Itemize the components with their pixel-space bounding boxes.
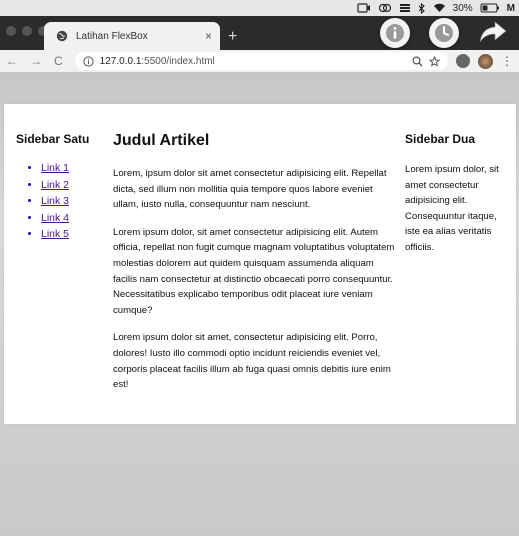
minimize-window-button[interactable]	[22, 26, 32, 36]
sidebar-satu: Sidebar Satu Link 1 Link 2 Link 3 Link 4…	[16, 132, 106, 243]
link-5[interactable]: Link 5	[41, 228, 69, 240]
sidebar-dua-text: Lorem ipsum dolor, sit amet consectetur …	[405, 164, 499, 253]
share-arrow-icon	[479, 21, 507, 43]
address-bar[interactable]: 127.0.0.1:5500/index.html	[74, 52, 448, 70]
article-paragraph: Lorem ipsum dolor sit amet, consectetur …	[113, 332, 391, 391]
url-host: 127.0.0.1	[99, 55, 142, 67]
article-paragraph: Lorem, ipsum dolor sit amet consectetur …	[113, 168, 387, 211]
wifi-icon[interactable]	[433, 3, 446, 13]
creative-cloud-icon[interactable]	[378, 3, 392, 13]
battery-percentage: 30%	[452, 2, 473, 14]
sidebar-dua: Sidebar Dua Lorem ipsum dolor, sit amet …	[405, 132, 505, 256]
list-item: Link 1	[41, 160, 106, 177]
page-viewport: Sidebar Satu Link 1 Link 2 Link 3 Link 4…	[4, 104, 516, 424]
bookmark-star-icon[interactable]	[429, 55, 440, 67]
list-item: Link 2	[41, 177, 106, 194]
url-path: :5500/index.html	[141, 55, 215, 67]
url-text[interactable]: 127.0.0.1:5500/index.html	[100, 56, 406, 67]
list-item: Link 5	[41, 226, 106, 243]
list-item: Link 3	[41, 193, 106, 210]
info-circle-icon	[83, 55, 94, 67]
close-window-button[interactable]	[6, 26, 16, 36]
window-controls	[6, 26, 48, 36]
extension-icon[interactable]	[456, 54, 470, 68]
browser-tab[interactable]: Latihan FlexBox ×	[44, 22, 220, 50]
stack-icon[interactable]	[399, 3, 411, 13]
link-2[interactable]: Link 2	[41, 179, 69, 191]
browser-toolbar: ← → C 127.0.0.1:5500/index.html ⋮	[0, 50, 519, 72]
globe-icon	[56, 30, 68, 42]
reload-icon[interactable]: C	[54, 54, 63, 68]
forward-arrow-icon[interactable]: →	[30, 54, 42, 68]
sidebar-dua-title: Sidebar Dua	[405, 132, 476, 146]
profile-avatar[interactable]	[478, 53, 493, 69]
watch-later-button[interactable]	[429, 18, 459, 48]
back-arrow-icon[interactable]: ←	[6, 54, 18, 68]
list-item: Link 4	[41, 210, 106, 227]
link-4[interactable]: Link 4	[41, 212, 69, 224]
new-tab-button[interactable]: +	[228, 29, 237, 45]
main-article: Judul Artikel Lorem, ipsum dolor sit ame…	[113, 132, 399, 405]
bluetooth-icon[interactable]	[418, 2, 426, 14]
tab-title: Latihan FlexBox	[76, 30, 148, 42]
article-paragraph: Lorem ipsum dolor, sit amet consectetur …	[113, 226, 395, 316]
macos-menubar: 30% M	[0, 0, 519, 16]
info-icon	[386, 24, 404, 42]
menubar-item-m[interactable]: M	[507, 3, 515, 14]
browser-menu-icon[interactable]: ⋮	[501, 54, 513, 68]
link-3[interactable]: Link 3	[41, 195, 69, 207]
zoom-icon[interactable]	[412, 55, 423, 67]
info-button[interactable]	[380, 18, 410, 48]
article-title: Judul Artikel	[113, 132, 210, 149]
clock-icon	[435, 24, 453, 42]
link-1[interactable]: Link 1	[41, 162, 69, 174]
camera-icon[interactable]	[357, 3, 371, 13]
tab-close-button[interactable]: ×	[205, 29, 212, 43]
sidebar-satu-title: Sidebar Satu	[16, 132, 90, 146]
sidebar-link-list: Link 1 Link 2 Link 3 Link 4 Link 5	[16, 160, 106, 243]
battery-icon[interactable]	[480, 3, 500, 13]
share-button[interactable]	[479, 20, 507, 49]
